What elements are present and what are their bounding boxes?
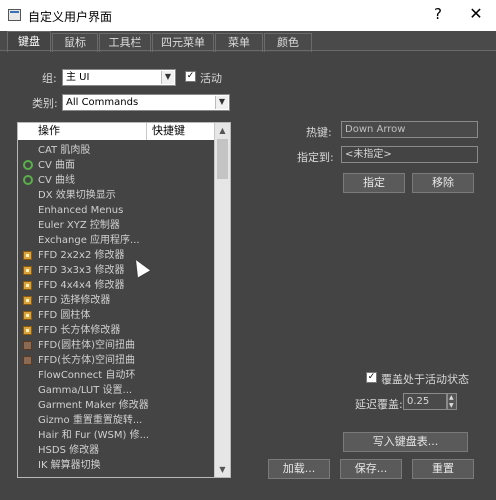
delay-override-label: 延迟覆盖: — [355, 398, 403, 411]
column-separator — [146, 123, 147, 140]
curve-icon — [23, 160, 33, 170]
list-item[interactable]: FFD 选择修改器 — [18, 293, 214, 308]
list-item-label: FFD 3x3x3 修改器 — [38, 265, 125, 276]
ffd-icon — [23, 311, 32, 320]
list-item-label: FFD(长方体)空间扭曲 — [38, 355, 136, 366]
list-item[interactable]: FFD 圆柱体 — [18, 308, 214, 323]
list-item-label: FFD 4x4x4 修改器 — [38, 280, 125, 291]
list-item[interactable]: FFD 长方体修改器 — [18, 323, 214, 338]
list-item-label: Enhanced Menus — [38, 205, 124, 216]
list-item[interactable]: IK 解算器切换 — [18, 458, 214, 473]
category-label: 类别: — [32, 97, 58, 110]
list-item[interactable]: Gizmo 重置重置旋转... — [18, 413, 214, 428]
window-title: 自定义用户界面 — [28, 10, 113, 24]
ffd-icon — [23, 251, 32, 260]
list-item-label: Gamma/LUT 设置... — [38, 385, 133, 396]
hotkey-label: 热键: — [306, 126, 332, 139]
list-item[interactable]: FFD 4x4x4 修改器 — [18, 278, 214, 293]
write-keyboard-chart-button[interactable]: 写入键盘表... — [343, 432, 468, 452]
list-item[interactable]: FFD(圆柱体)空间扭曲 — [18, 338, 214, 353]
list-item-label: FFD 选择修改器 — [38, 295, 111, 306]
curve-icon — [23, 175, 33, 185]
list-item-label: Euler XYZ 控制器 — [38, 220, 120, 231]
help-button[interactable]: ? — [428, 5, 448, 23]
spinner-down-icon[interactable]: ▼ — [449, 402, 454, 410]
category-dropdown[interactable]: All Commands ▼ — [62, 94, 230, 111]
assign-button[interactable]: 指定 — [343, 173, 405, 193]
list-item-label: Gizmo 重置重置旋转... — [38, 415, 143, 426]
save-button[interactable]: 保存... — [340, 459, 402, 479]
list-item-label: CV 曲面 — [38, 160, 76, 171]
scroll-up-arrow-icon[interactable]: ▲ — [215, 123, 230, 138]
list-item[interactable]: CV 曲面 — [18, 158, 214, 173]
title-bar: 自定义用户界面 ? ✕ — [0, 0, 496, 31]
list-item[interactable]: Garment Maker 修改器 — [18, 398, 214, 413]
ffd-space-icon — [23, 356, 32, 365]
action-list[interactable]: 操作 快捷键 CAT 肌肉股 CV 曲面 CV 曲线 DX 效果切换显示 Enh… — [17, 122, 231, 478]
chevron-down-icon: ▼ — [215, 96, 228, 109]
list-item-label: FFD 圆柱体 — [38, 310, 91, 321]
list-item[interactable]: FFD 2x2x2 修改器 — [18, 248, 214, 263]
list-item[interactable]: CV 曲线 — [18, 173, 214, 188]
list-item[interactable]: Euler XYZ 控制器 — [18, 218, 214, 233]
ffd-icon — [23, 281, 32, 290]
group-dropdown[interactable]: 主 UI ▼ — [62, 69, 176, 86]
delay-override-spinner[interactable]: ▲ ▼ — [447, 393, 457, 410]
tab-divider — [0, 50, 496, 51]
list-item[interactable]: FFD 3x3x3 修改器 — [18, 263, 214, 278]
load-button[interactable]: 加载... — [268, 459, 330, 479]
group-value: 主 UI — [66, 72, 90, 83]
list-item-label: Garment Maker 修改器 — [38, 400, 149, 411]
list-item[interactable]: DX 效果切换显示 — [18, 188, 214, 203]
list-item-label: FFD 2x2x2 修改器 — [38, 250, 125, 261]
list-header: 操作 快捷键 — [18, 123, 214, 140]
list-item[interactable]: HSDS 修改器 — [18, 443, 214, 458]
list-item-label: FlowConnect 自动环 — [38, 370, 136, 381]
column-shortcut-header[interactable]: 快捷键 — [152, 123, 185, 139]
list-item-label: Hair 和 Fur (WSM) 修... — [38, 430, 150, 441]
list-item-label: FFD(圆柱体)空间扭曲 — [38, 340, 136, 351]
list-item-label: CV 曲线 — [38, 175, 76, 186]
delay-override-input[interactable]: 0.25 — [403, 393, 447, 410]
column-action-header[interactable]: 操作 — [38, 123, 60, 139]
tab-bar: 键盘 鼠标 工具栏 四元菜单 菜单 颜色 — [0, 31, 496, 52]
list-item[interactable]: FlowConnect 自动环 — [18, 368, 214, 383]
scroll-down-arrow-icon[interactable]: ▼ — [215, 462, 230, 477]
list-item-label: DX 效果切换显示 — [38, 190, 116, 201]
reset-button[interactable]: 重置 — [412, 459, 474, 479]
list-item-label: HSDS 修改器 — [38, 445, 100, 456]
category-value: All Commands — [66, 97, 139, 108]
ffd-icon — [23, 296, 32, 305]
app-icon — [8, 9, 21, 21]
scroll-thumb[interactable] — [217, 139, 228, 179]
list-item-label: CAT 肌肉股 — [38, 145, 91, 156]
list-item-label: Exchange 应用程序... — [38, 235, 140, 246]
list-item[interactable]: FFD(长方体)空间扭曲 — [18, 353, 214, 368]
group-label: 组: — [42, 72, 57, 85]
list-scrollbar[interactable]: ▲ ▼ — [214, 123, 230, 477]
assigned-to-label: 指定到: — [297, 151, 334, 164]
list-item[interactable]: CAT 肌肉股 — [18, 143, 214, 158]
tab-keyboard[interactable]: 键盘 — [7, 31, 51, 52]
active-checkbox[interactable]: ✓ — [185, 71, 196, 82]
list-item[interactable]: Gamma/LUT 设置... — [18, 383, 214, 398]
override-active-label: 覆盖处于活动状态 — [381, 373, 469, 386]
list-item-label: IK 解算器切换 — [38, 460, 101, 471]
list-item-label: FFD 长方体修改器 — [38, 325, 121, 336]
ffd-space-icon — [23, 341, 32, 350]
override-active-checkbox[interactable]: ✓ — [366, 372, 377, 383]
spinner-up-icon[interactable]: ▲ — [449, 394, 454, 402]
close-button[interactable]: ✕ — [466, 4, 486, 23]
ffd-icon — [23, 326, 32, 335]
hotkey-input[interactable]: Down Arrow — [341, 121, 478, 138]
active-label: 活动 — [200, 72, 222, 85]
list-item[interactable]: Enhanced Menus — [18, 203, 214, 218]
list-item[interactable]: Hair 和 Fur (WSM) 修... — [18, 428, 214, 443]
remove-button[interactable]: 移除 — [412, 173, 474, 193]
list-item[interactable]: Exchange 应用程序... — [18, 233, 214, 248]
assigned-to-field: <未指定> — [341, 146, 478, 163]
ffd-icon — [23, 266, 32, 275]
chevron-down-icon: ▼ — [161, 71, 174, 84]
